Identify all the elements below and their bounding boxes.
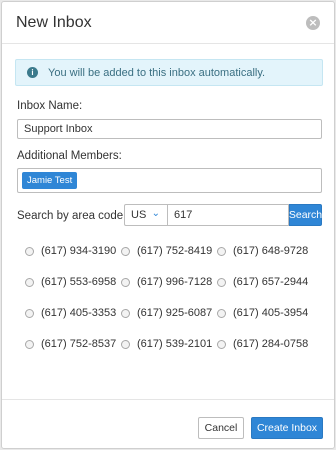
number-option[interactable]: (617) 539-2101	[121, 338, 212, 350]
radio-button[interactable]	[217, 339, 226, 349]
area-code-input[interactable]: 617	[168, 204, 289, 226]
country-value: US	[131, 209, 147, 221]
radio-button[interactable]	[121, 277, 130, 287]
create-inbox-button[interactable]: Create Inbox	[251, 417, 323, 439]
chevron-down-icon: ⌄	[151, 208, 160, 219]
number-option[interactable]: (617) 405-3954	[217, 307, 308, 319]
cancel-button[interactable]: Cancel	[198, 417, 244, 439]
number-option[interactable]: (617) 934-3190	[25, 245, 116, 257]
radio-button[interactable]	[25, 339, 34, 349]
radio-button[interactable]	[217, 277, 226, 287]
radio-button[interactable]	[121, 339, 130, 349]
radio-button[interactable]	[217, 246, 226, 256]
radio-button[interactable]	[25, 246, 34, 256]
radio-button[interactable]	[217, 308, 226, 318]
number-option[interactable]: (617) 657-2944	[217, 276, 308, 288]
number-option[interactable]: (617) 284-0758	[217, 338, 308, 350]
number-option[interactable]: (617) 752-8537	[25, 338, 116, 350]
radio-button[interactable]	[121, 308, 130, 318]
area-code-label: Search by area code:	[17, 210, 127, 222]
number-option[interactable]: (617) 752-8419	[121, 245, 212, 257]
new-inbox-modal: New Inbox × i You will be added to this …	[1, 1, 335, 449]
number-option[interactable]: (617) 405-3353	[25, 307, 116, 319]
alert-text: You will be added to this inbox automati…	[48, 66, 266, 79]
radio-button[interactable]	[25, 308, 34, 318]
modal-footer: Cancel Create Inbox	[2, 399, 334, 448]
search-button[interactable]: Search	[289, 204, 322, 226]
radio-button[interactable]	[25, 277, 34, 287]
additional-members-label: Additional Members:	[17, 150, 122, 162]
inbox-name-label: Inbox Name:	[17, 100, 83, 112]
member-chip[interactable]: Jamie Test	[22, 172, 78, 189]
modal-title: New Inbox	[16, 14, 92, 31]
number-option[interactable]: (617) 925-6087	[121, 307, 212, 319]
modal-header: New Inbox ×	[2, 2, 334, 44]
close-icon[interactable]: ×	[306, 16, 320, 30]
info-icon: i	[27, 67, 38, 78]
inbox-name-input[interactable]	[17, 119, 322, 139]
info-alert: i You will be added to this inbox automa…	[15, 59, 323, 86]
number-option[interactable]: (617) 648-9728	[217, 245, 308, 257]
number-option[interactable]: (617) 996-7128	[121, 276, 212, 288]
country-select[interactable]: US ⌄	[124, 204, 168, 226]
radio-button[interactable]	[121, 246, 130, 256]
number-option[interactable]: (617) 553-6958	[25, 276, 116, 288]
members-input[interactable]: Jamie Test	[17, 168, 322, 193]
